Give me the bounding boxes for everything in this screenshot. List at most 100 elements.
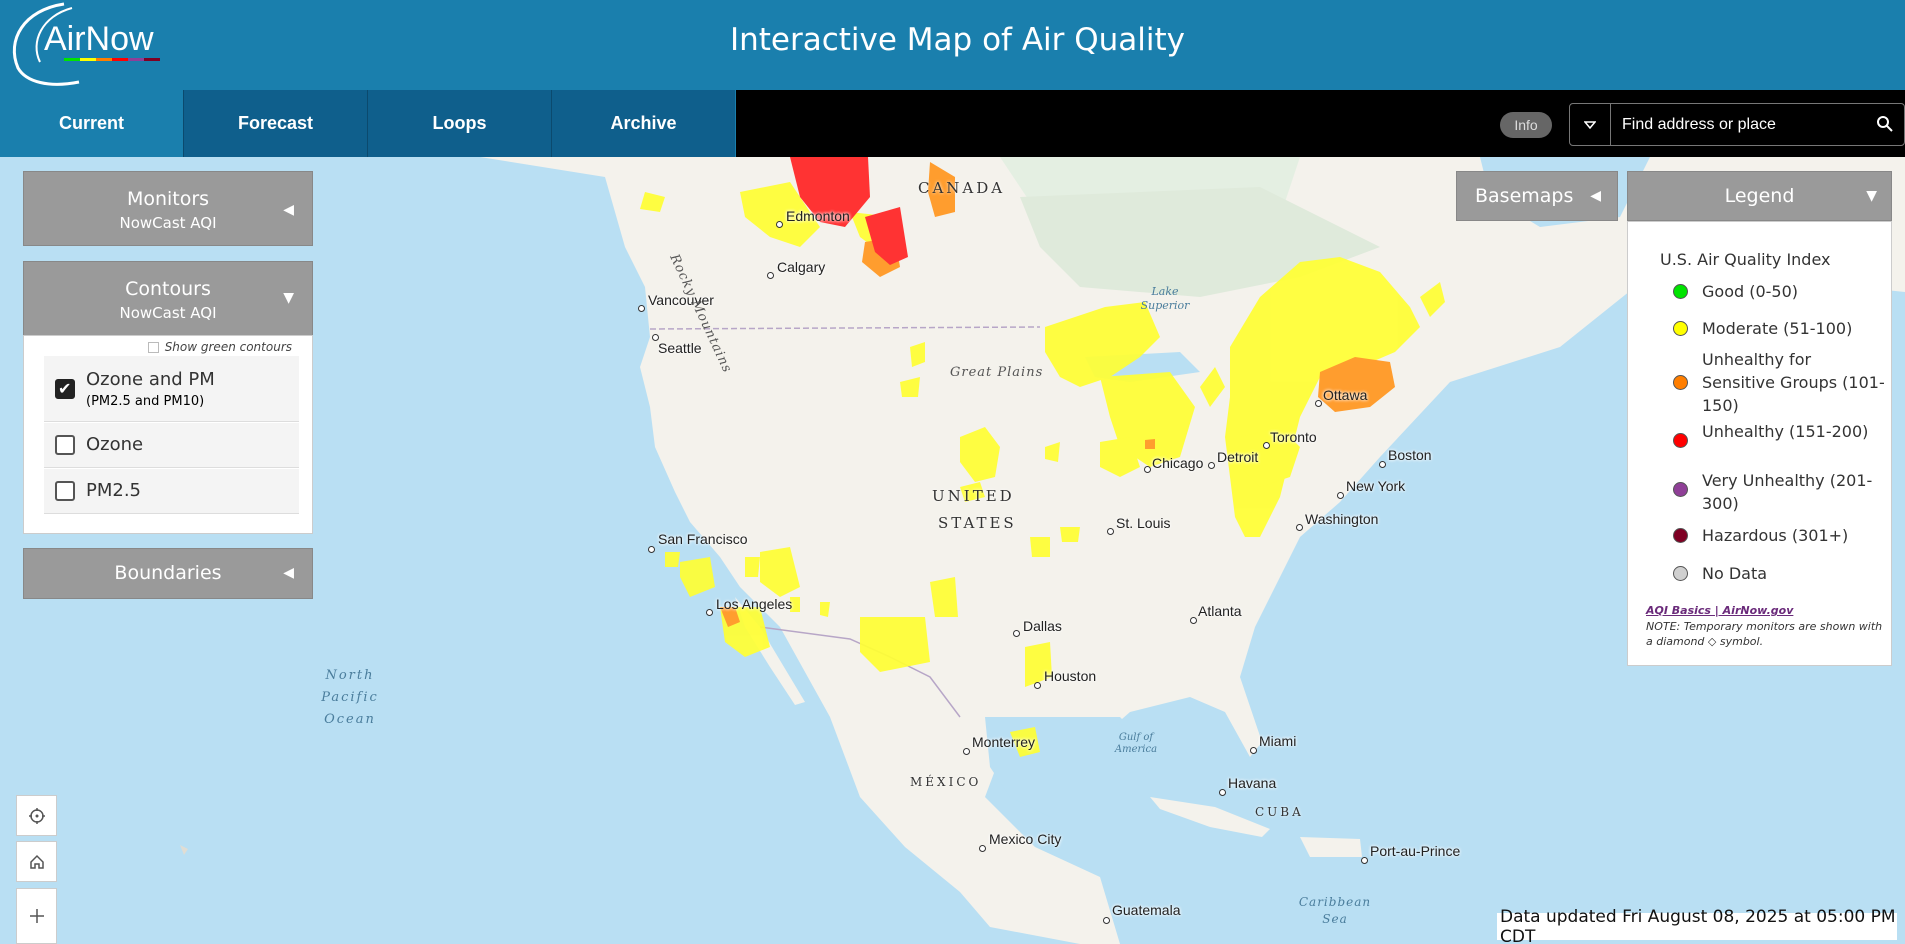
city-houston: Houston <box>1044 668 1097 684</box>
city-dot[interactable] <box>1219 789 1226 796</box>
city-st-louis: St. Louis <box>1116 515 1171 531</box>
city-dot[interactable] <box>963 748 970 755</box>
basemaps-title: Basemaps <box>1475 185 1574 207</box>
water-label-lake-superior: Lake Superior <box>1140 285 1190 312</box>
legend-dot <box>1673 375 1688 390</box>
legend-panel-body: U.S. Air Quality Index Good (0-50) Moder… <box>1627 221 1892 666</box>
city-ottawa: Ottawa <box>1323 387 1368 403</box>
chevron-down-icon <box>1584 120 1596 129</box>
basemaps-panel-header[interactable]: Basemaps ◀ <box>1456 171 1618 221</box>
search-icon[interactable] <box>1876 115 1894 133</box>
city-dot[interactable] <box>1361 857 1368 864</box>
locate-icon <box>28 807 45 824</box>
pm25-checkbox[interactable] <box>55 481 75 501</box>
caret-down-icon: ▼ <box>1866 188 1877 204</box>
show-green-toggle[interactable]: Show green contours <box>147 340 292 354</box>
legend-header: Legend <box>1724 185 1795 207</box>
city-dot[interactable] <box>1144 466 1151 473</box>
boundaries-panel-header[interactable]: Boundaries ◀ <box>23 548 313 599</box>
monitors-subtitle: NowCast AQI <box>119 214 217 232</box>
city-calgary: Calgary <box>777 259 826 275</box>
city-guatemala: Guatemala <box>1112 902 1181 918</box>
legend-label: No Data <box>1702 564 1768 583</box>
legend-dot <box>1673 482 1688 497</box>
home-icon <box>29 854 44 869</box>
monitors-panel-header[interactable]: Monitors NowCast AQI ◀ <box>23 171 313 246</box>
show-green-label: Show green contours <box>164 340 292 354</box>
legend-label: Moderate (51-100) <box>1702 319 1853 338</box>
tab-archive[interactable]: Archive <box>552 90 736 157</box>
contours-panel-body: Show green contours Ozone and PM (PM2.5 … <box>23 335 313 534</box>
land-hawaii <box>180 845 188 855</box>
city-monterrey: Monterrey <box>972 734 1036 750</box>
locate-button[interactable] <box>16 795 57 836</box>
search-input[interactable] <box>1612 104 1862 145</box>
tab-current[interactable]: Current <box>0 90 184 157</box>
country-label-states: STATES <box>938 514 1017 532</box>
city-dot[interactable] <box>1034 682 1041 689</box>
city-chicago: Chicago <box>1152 455 1204 471</box>
contour-option-ozone[interactable]: Ozone <box>44 423 299 468</box>
legend-label: Very Unhealthy (201-300) <box>1702 471 1873 513</box>
city-dot[interactable] <box>1013 630 1020 637</box>
city-dot[interactable] <box>1250 747 1257 754</box>
city-havana: Havana <box>1228 775 1277 791</box>
legend-dot <box>1673 528 1688 543</box>
aqi-basics-link[interactable]: AQI Basics | AirNow.gov <box>1646 604 1793 617</box>
country-label-united: UNITED <box>932 487 1015 505</box>
monitors-title: Monitors <box>126 188 210 210</box>
country-label-cuba: CUBA <box>1255 805 1304 819</box>
city-dot[interactable] <box>1208 462 1215 469</box>
city-dot[interactable] <box>979 845 986 852</box>
country-label-canada: CANADA <box>918 179 1006 197</box>
contour-option-ozone-pm[interactable]: Ozone and PM (PM2.5 and PM10) <box>44 356 299 422</box>
city-dot[interactable] <box>767 272 774 279</box>
caret-left-icon: ◀ <box>283 565 294 581</box>
city-dot[interactable] <box>1190 617 1197 624</box>
city-dot[interactable] <box>776 221 783 228</box>
page-title: Interactive Map of Air Quality <box>729 22 1186 58</box>
ozone-checkbox[interactable] <box>55 435 75 455</box>
city-dot[interactable] <box>1263 442 1270 449</box>
land-cuba <box>1150 797 1270 837</box>
legend-label: Hazardous (301+) <box>1702 526 1849 545</box>
city-dot[interactable] <box>1337 492 1344 499</box>
contours-panel-header[interactable]: Contours NowCast AQI ▼ <box>23 261 313 336</box>
city-dot[interactable] <box>638 305 645 312</box>
legend-panel-header[interactable]: Legend ▼ <box>1627 171 1892 221</box>
show-green-checkbox[interactable] <box>147 341 159 353</box>
caret-left-icon: ◀ <box>1590 188 1601 204</box>
tab-forecast[interactable]: Forecast <box>184 90 368 157</box>
city-dot[interactable] <box>1315 400 1322 407</box>
home-button[interactable] <box>16 841 57 882</box>
legend-dot <box>1673 566 1688 581</box>
search-source-dropdown[interactable] <box>1570 104 1611 145</box>
caret-down-icon: ▼ <box>283 290 294 306</box>
ozone-pm-sublabel: (PM2.5 and PM10) <box>86 394 205 409</box>
city-edmonton: Edmonton <box>786 208 850 224</box>
city-dot[interactable] <box>1296 524 1303 531</box>
city-dot[interactable] <box>1379 461 1386 468</box>
ozone-pm-label: Ozone and PM <box>86 369 215 390</box>
legend-dot <box>1673 321 1688 336</box>
country-label-mexico: MÉXICO <box>910 775 982 789</box>
city-dot[interactable] <box>1107 528 1114 535</box>
city-dot[interactable] <box>1103 917 1110 924</box>
city-dot[interactable] <box>706 609 713 616</box>
legend-dot <box>1673 433 1688 448</box>
city-miami: Miami <box>1259 733 1297 749</box>
zoom-in-button[interactable] <box>16 888 57 944</box>
tab-loops[interactable]: Loops <box>368 90 552 157</box>
info-button[interactable]: Info <box>1500 112 1552 138</box>
contours-title: Contours <box>125 278 211 300</box>
zoom-in-icon <box>29 909 44 923</box>
ozone-pm-checkbox[interactable] <box>55 379 75 399</box>
water-label-pacific: North Pacific Ocean <box>321 668 379 727</box>
pm25-label: PM2.5 <box>86 480 142 501</box>
city-dot[interactable] <box>648 546 655 553</box>
city-detroit: Detroit <box>1217 449 1259 465</box>
city-seattle: Seattle <box>658 340 702 356</box>
legend-dot <box>1673 284 1688 299</box>
ozone-label: Ozone <box>86 434 144 455</box>
contour-option-pm25[interactable]: PM2.5 <box>44 469 299 514</box>
